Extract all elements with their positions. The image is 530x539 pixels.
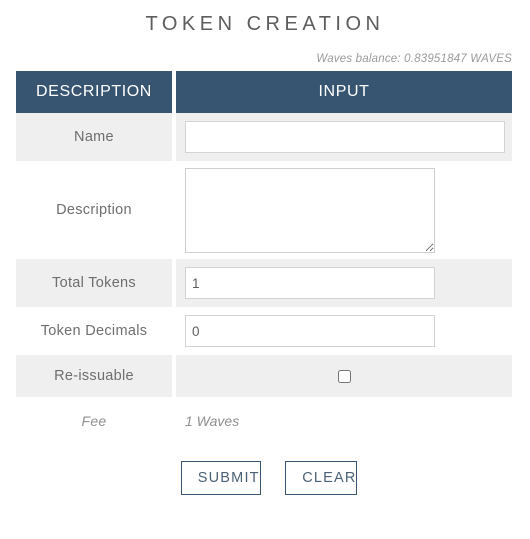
reissuable-checkbox[interactable] bbox=[337, 369, 351, 383]
row-input-cell-description bbox=[176, 161, 512, 259]
row-label-description: Description bbox=[16, 161, 176, 259]
description-textarea[interactable] bbox=[185, 167, 435, 253]
row-label-name: Name bbox=[16, 113, 176, 161]
table-row-fee: Fee 1 Waves bbox=[16, 397, 512, 445]
row-input-cell-name bbox=[176, 113, 512, 161]
row-input-cell-token-decimals bbox=[176, 307, 512, 355]
token-creation-table: DESCRIPTION INPUT Name Description Total… bbox=[16, 71, 512, 445]
table-row-reissuable: Re-issuable bbox=[16, 355, 512, 397]
column-header-input: INPUT bbox=[176, 71, 512, 113]
table-row-token-decimals: Token Decimals bbox=[16, 307, 512, 355]
token-creation-page: TOKEN CREATION Waves balance: 0.83951847… bbox=[0, 0, 530, 539]
submit-button[interactable]: SUBMIT bbox=[180, 461, 261, 495]
table-row-total-tokens: Total Tokens bbox=[16, 259, 512, 307]
waves-balance-text: Waves balance: 0.83951847 WAVES bbox=[316, 53, 512, 65]
table-row-description: Description bbox=[16, 161, 512, 259]
row-value-fee-cell: 1 Waves bbox=[176, 397, 512, 445]
total-tokens-input[interactable] bbox=[185, 267, 435, 299]
table-body: Name Description Total Tokens Token Deci… bbox=[16, 113, 512, 445]
row-label-reissuable: Re-issuable bbox=[16, 355, 176, 397]
token-decimals-input[interactable] bbox=[185, 315, 435, 347]
fee-value: 1 Waves bbox=[185, 412, 240, 429]
name-input[interactable] bbox=[185, 121, 505, 153]
balance-row: Waves balance: 0.83951847 WAVES bbox=[0, 49, 530, 65]
row-input-cell-total-tokens bbox=[176, 259, 512, 307]
button-bar: SUBMIT CLEAR bbox=[0, 461, 530, 495]
page-title: TOKEN CREATION bbox=[145, 13, 385, 35]
fee-label: Fee bbox=[81, 412, 107, 429]
clear-button[interactable]: CLEAR bbox=[285, 461, 358, 495]
column-header-description: DESCRIPTION bbox=[16, 71, 176, 113]
table-row-name: Name bbox=[16, 113, 512, 161]
row-label-token-decimals: Token Decimals bbox=[16, 307, 176, 355]
table-header-row: DESCRIPTION INPUT bbox=[16, 71, 512, 113]
table-header: DESCRIPTION INPUT bbox=[16, 71, 512, 113]
row-label-fee-cell: Fee bbox=[16, 397, 176, 445]
row-input-cell-reissuable bbox=[176, 355, 512, 397]
row-label-total-tokens: Total Tokens bbox=[16, 259, 176, 307]
